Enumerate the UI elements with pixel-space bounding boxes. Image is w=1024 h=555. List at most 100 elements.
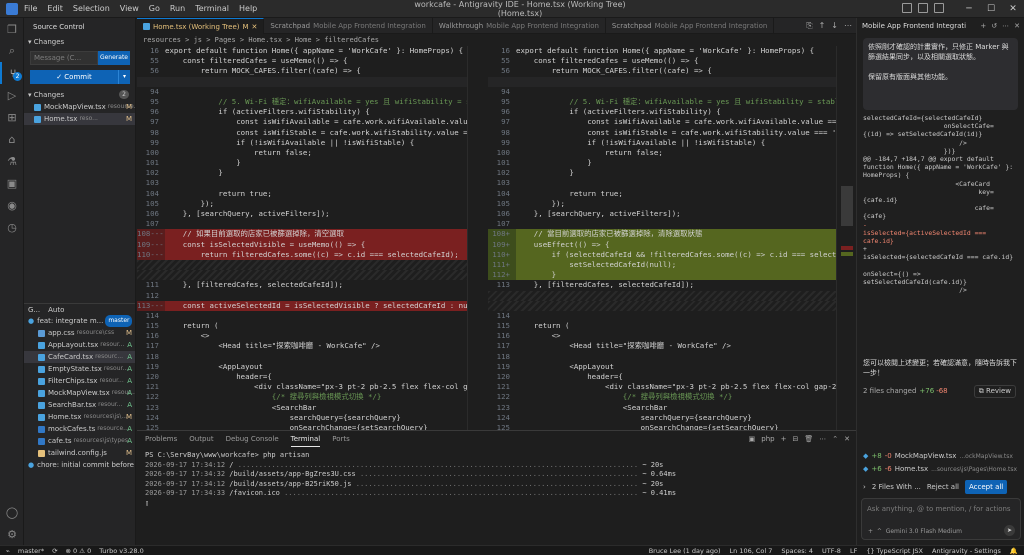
- code-line[interactable]: 96 if (activeFilters.wifiStability) {: [137, 107, 467, 117]
- changes-group-header[interactable]: ▾ Changes 2: [24, 89, 135, 101]
- code-line[interactable]: 124 searchQuery={searchQuery}: [488, 413, 836, 423]
- code-line[interactable]: 120 header={: [488, 372, 836, 382]
- diff-modified-pane[interactable]: 16 export default function Home({ appName…: [488, 46, 836, 430]
- code-line[interactable]: 114: [137, 311, 467, 321]
- code-line[interactable]: 109--- const isSelectedVisible = useMemo…: [137, 239, 467, 250]
- code-line[interactable]: 106 }, [searchQuery, activeFilters]);: [488, 209, 836, 219]
- code-line[interactable]: 108+ // 當目前選取的店家已被篩選掉除，清除選取狀態: [488, 229, 836, 240]
- sync-icon[interactable]: ⟳: [52, 546, 57, 555]
- tab-scratchpad-2[interactable]: Scratchpad Mobile App Frontend Integrati…: [606, 18, 775, 34]
- graph-file-row[interactable]: SearchBar.tsx resour... A: [24, 399, 135, 411]
- code-line[interactable]: 123 <SearchBar: [488, 403, 836, 413]
- problems-indicator[interactable]: ⊗ 0 ⚠ 0: [66, 546, 92, 555]
- code-line[interactable]: 113--- const activeSelectedId = isSelect…: [137, 300, 467, 311]
- split-terminal-icon[interactable]: ⊟: [792, 431, 798, 447]
- graph-auto-toggle[interactable]: Auto: [48, 304, 64, 315]
- collapse-icon[interactable]: ›: [863, 480, 866, 494]
- code-line[interactable]: 101 }: [137, 158, 467, 168]
- eol-indicator[interactable]: LF: [850, 546, 857, 555]
- cursor-position[interactable]: Ln 106, Col 7: [730, 546, 773, 555]
- tab-close-icon[interactable]: ✕: [252, 19, 258, 35]
- code-line[interactable]: 103: [488, 178, 836, 188]
- account-icon[interactable]: ◯: [0, 501, 24, 523]
- explorer-icon[interactable]: ❐: [0, 18, 24, 40]
- graph-file-row[interactable]: Home.tsx resources\js\... M: [24, 411, 135, 423]
- code-line[interactable]: 55 const filteredCafes = useMemo(() => {: [488, 56, 836, 66]
- code-line[interactable]: 104 return true;: [488, 189, 836, 199]
- breadcrumb[interactable]: resources > js > Pages > Home.tsx > Home…: [137, 34, 856, 46]
- code-line[interactable]: 110--- return filteredCafes.some((c) => …: [137, 249, 467, 260]
- graph-file-row[interactable]: mockCafes.ts resource... A: [24, 423, 135, 435]
- code-line[interactable]: 16 export default function Home({ appName…: [137, 46, 467, 56]
- code-line[interactable]: 119 <AppLayout: [488, 362, 836, 372]
- settings-indicator[interactable]: Antigravity - Settings: [932, 546, 1001, 555]
- close-icon[interactable]: ✕: [1014, 18, 1020, 34]
- graph-file-row[interactable]: MockMapView.tsx resour... A: [24, 387, 135, 399]
- database-icon[interactable]: ◉: [0, 194, 24, 216]
- code-line[interactable]: 112+ }: [488, 270, 836, 281]
- minimize-icon[interactable]: ─: [958, 0, 980, 18]
- chat-input-box[interactable]: Ask anything, @ to mention, / for action…: [861, 498, 1021, 540]
- graph-file-row[interactable]: CafeCard.tsx resourc... A: [24, 351, 135, 363]
- code-line[interactable]: 121 <div className="px-3 pt-2 pb-2.5 fle…: [137, 382, 467, 392]
- menu-edit[interactable]: Edit: [47, 4, 63, 13]
- code-line[interactable]: 55 const filteredCafes = useMemo(() => {: [137, 56, 467, 66]
- code-line[interactable]: 16 export default function Home({ appName…: [488, 46, 836, 56]
- terminal-output[interactable]: PS C:\ServBay\www\workcafe> php artisan …: [137, 447, 856, 512]
- menu-selection[interactable]: Selection: [73, 4, 110, 13]
- code-line[interactable]: 110+ if (selectedCafeId && !filteredCafe…: [488, 249, 836, 260]
- more-actions-icon[interactable]: ⋯: [1002, 18, 1009, 34]
- commit-dropdown-icon[interactable]: ▾: [118, 70, 130, 84]
- graph-file-row[interactable]: FilterChips.tsx resour... A: [24, 375, 135, 387]
- menu-file[interactable]: File: [24, 4, 37, 13]
- code-line[interactable]: 101 }: [488, 158, 836, 168]
- code-line[interactable]: 56 return MOCK_CAFES.filter((cafe) => {: [488, 66, 836, 76]
- tab-terminal[interactable]: Terminal: [290, 431, 321, 447]
- code-line[interactable]: 105 });: [137, 199, 467, 209]
- code-line[interactable]: 118: [488, 352, 836, 362]
- code-line[interactable]: 104 return true;: [137, 189, 467, 199]
- code-line[interactable]: 107: [488, 219, 836, 229]
- code-line[interactable]: 112: [137, 291, 467, 301]
- generate-button[interactable]: Generate: [97, 51, 130, 65]
- code-line[interactable]: [137, 270, 467, 281]
- code-line[interactable]: [488, 76, 836, 87]
- menu-go[interactable]: Go: [149, 4, 160, 13]
- code-line[interactable]: 94: [137, 87, 467, 97]
- graph-commit-row[interactable]: ● feat: integrate m... master: [24, 315, 135, 327]
- docker-icon[interactable]: ▣: [0, 172, 24, 194]
- menu-terminal[interactable]: Terminal: [195, 4, 229, 13]
- close-icon[interactable]: ✕: [1002, 0, 1024, 18]
- chat-input[interactable]: Ask anything, @ to mention, / for action…: [862, 499, 1020, 519]
- code-line[interactable]: 96 if (activeFilters.wifiStability) {: [488, 107, 836, 117]
- history-icon[interactable]: ↺: [991, 18, 997, 34]
- accept-all-button[interactable]: Accept all: [964, 480, 1008, 494]
- branch-indicator[interactable]: master*: [18, 546, 44, 555]
- code-line[interactable]: 97 const isWifiAvailable = cafe.work.wif…: [137, 117, 467, 127]
- code-line[interactable]: 118: [137, 352, 467, 362]
- tab-walkthrough[interactable]: Walkthrough Mobile App Frontend Integrat…: [433, 18, 606, 34]
- graph-file-row[interactable]: tailwind.config.js M: [24, 447, 135, 459]
- code-line[interactable]: 94: [488, 87, 836, 97]
- code-line[interactable]: [137, 259, 467, 271]
- code-line[interactable]: [488, 300, 836, 311]
- menu-help[interactable]: Help: [239, 4, 257, 13]
- code-line[interactable]: 102 }: [488, 168, 836, 178]
- graph-commit-row[interactable]: ● chore: initial commit before ...: [24, 459, 135, 471]
- tab-debug-console[interactable]: Debug Console: [226, 431, 279, 447]
- code-line[interactable]: 116 <>: [137, 331, 467, 341]
- maximize-icon[interactable]: ☐: [980, 0, 1002, 18]
- code-line[interactable]: 95 // 5. Wi-Fi 穩定：wifiAvailable = yes 且 …: [137, 97, 467, 107]
- toggle-panel-icon[interactable]: [918, 3, 928, 13]
- code-line[interactable]: [488, 290, 836, 301]
- turbo-indicator[interactable]: Turbo v3.28.0: [99, 546, 143, 555]
- code-line[interactable]: 100 return false;: [488, 148, 836, 158]
- timeline-icon[interactable]: ◷: [0, 216, 24, 238]
- code-line[interactable]: 98 const isWifiStable = cafe.work.wifiSt…: [137, 128, 467, 138]
- code-line[interactable]: 100 return false;: [137, 148, 467, 158]
- settings-gear-icon[interactable]: ⚙: [0, 523, 24, 545]
- toggle-sidebar-icon[interactable]: [902, 3, 912, 13]
- code-line[interactable]: 114: [488, 311, 836, 321]
- next-change-icon[interactable]: ↓: [831, 18, 838, 34]
- graph-file-row[interactable]: EmptyState.tsx resour... A: [24, 363, 135, 375]
